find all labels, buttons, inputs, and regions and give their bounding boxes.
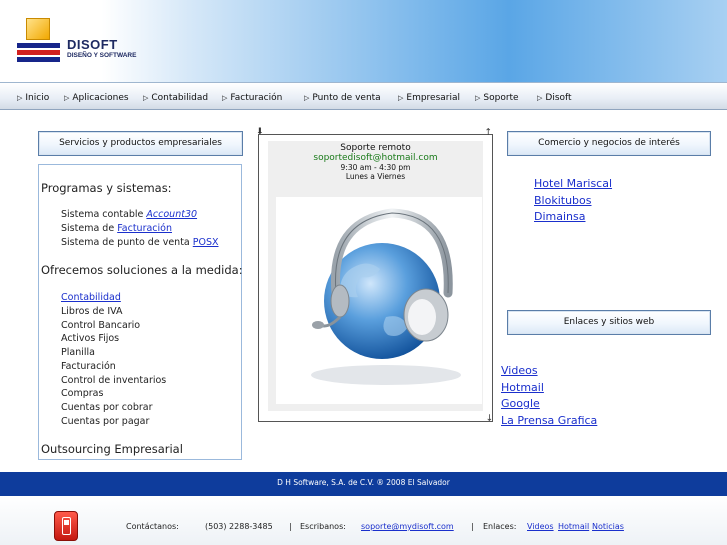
arrow-right-icon: ▷ [537,94,543,102]
support-title: Soporte remoto [340,143,411,153]
solution-item: Compras [61,388,104,399]
program-text: Sistema de [61,223,118,234]
program-text: Sistema de punto de venta [61,237,193,248]
commerce-panel-title: Comercio y negocios de interés [507,131,711,156]
logo-stripe [17,57,60,62]
globe-headphones-icon [311,208,461,385]
outsourcing-heading: Outsourcing Empresarial [41,442,183,456]
footer-hotmail-link[interactable]: Hotmail [558,522,589,531]
disoft-logo[interactable]: DISOFT DISEÑO Y SOFTWARE [14,14,142,64]
nav-item-facturacion[interactable]: ▷ Facturación [222,93,282,103]
nav-item-soporte[interactable]: ▷ Soporte [475,93,519,103]
solution-item: Cuentas por pagar [61,416,150,427]
nav-label: Disoft [545,93,572,103]
google-link[interactable]: Google [501,397,540,410]
nav-item-empresarial[interactable]: ▷ Empresarial [398,93,460,103]
contact-footer [0,496,727,545]
solution-item: Contabilidad [61,292,121,303]
nav-label: Punto de venta [312,93,381,103]
nav-label: Inicio [25,93,50,103]
nav-label: Facturación [230,93,283,103]
nav-label: Contabilidad [151,93,209,103]
posx-link[interactable]: POSX [193,237,219,248]
nav-item-disoft[interactable]: ▷ Disoft [537,93,572,103]
services-panel-title: Servicios y productos empresariales [38,131,243,156]
nav-label: Aplicaciones [72,93,129,103]
footer-videos-link[interactable]: Videos [527,522,554,531]
contact-phone: (503) 2288-3485 [205,522,273,531]
arrow-right-icon: ▷ [17,94,23,102]
write-label: Escribanos: [300,522,346,531]
program-text: Sistema contable [61,209,147,220]
contabilidad-link[interactable]: Contabilidad [61,292,121,303]
footer-separator: | [471,522,474,531]
account30-link[interactable]: Account30 [146,209,197,220]
nav-label: Soporte [483,93,519,103]
nav-item-inicio[interactable]: ▷ Inicio [17,93,49,103]
logo-stripe [17,50,60,55]
program-item: Sistema contable Account30 [61,209,197,220]
la-prensa-grafica-link[interactable]: La Prensa Grafica [501,414,597,427]
header-banner: DISOFT DISEÑO Y SOFTWARE [0,0,727,82]
footer-link-item: Hotmail [558,522,589,531]
globe-headphones-image [276,197,482,404]
solution-item: Control de inventarios [61,375,167,386]
footer-link-item: Videos [527,522,554,531]
solution-item: Cuentas por cobrar [61,402,153,413]
logo-stripe [17,43,60,48]
solution-item: Libros de IVA [61,306,123,317]
dimainsa-link[interactable]: Dimainsa [534,210,585,223]
arrow-right-icon: ▷ [222,94,228,102]
logo-square-icon [26,18,50,40]
hotel-mariscal-link[interactable]: Hotel Mariscal [534,177,612,190]
nav-label: Empresarial [406,93,461,103]
solution-item: Facturación [61,361,116,372]
solution-item: Activos Fijos [61,333,120,344]
web-links-panel-title: Enlaces y sitios web [507,310,711,335]
solution-item: Planilla [61,347,95,358]
contact-label: Contáctanos: [126,522,179,531]
arrow-right-icon: ▷ [475,94,481,102]
nav-item-contabilidad[interactable]: ▷ Contabilidad [143,93,208,103]
nav-item-aplicaciones[interactable]: ▷ Aplicaciones [64,93,129,103]
corner-arrow-icon: ⬇ [256,127,264,137]
support-hours: 9:30 am - 4:30 pm [340,163,411,172]
blokitubos-link[interactable]: Blokitubos [534,194,592,207]
solutions-heading: Ofrecemos soluciones a la medida: [41,263,243,277]
solution-item: Control Bancario [61,320,141,331]
links-label: Enlaces: [483,522,517,531]
footer-separator: | [289,522,292,531]
phone-screen [64,520,69,525]
footer-email-item: soporte@mydisoft.com [361,522,454,531]
footer-noticias-link[interactable]: Noticias [592,522,624,531]
videos-link[interactable]: Videos [501,364,538,377]
mobile-phone-icon [54,511,78,541]
nav-item-punto-de-venta[interactable]: ▷ Punto de venta [304,93,381,103]
support-days: Lunes a Viernes [345,172,406,181]
program-item: Sistema de punto de venta POSX [61,237,219,248]
arrow-right-icon: ▷ [64,94,70,102]
arrow-right-icon: ▷ [398,94,404,102]
main-nav: ▷ Inicio ▷ Aplicaciones ▷ Contabilidad ▷ Fac… [0,82,727,110]
hotmail-link[interactable]: Hotmail [501,381,544,394]
copyright-bar: D H Software, S.A. de C.V. ® 2008 El Sal… [0,472,727,496]
program-item: Sistema de Facturación [61,223,172,234]
facturacion-link[interactable]: Facturación [117,223,172,234]
logo-name: DISOFT [67,37,118,52]
arrow-right-icon: ▷ [304,94,310,102]
logo-tagline: DISEÑO Y SOFTWARE [67,52,137,59]
footer-link-item: Noticias [592,522,624,531]
support-email[interactable]: soportedisoft@hotmail.com [268,153,483,163]
arrow-right-icon: ▷ [143,94,149,102]
programs-heading: Programas y sistemas: [41,181,172,195]
footer-email-link[interactable]: soporte@mydisoft.com [361,522,454,531]
